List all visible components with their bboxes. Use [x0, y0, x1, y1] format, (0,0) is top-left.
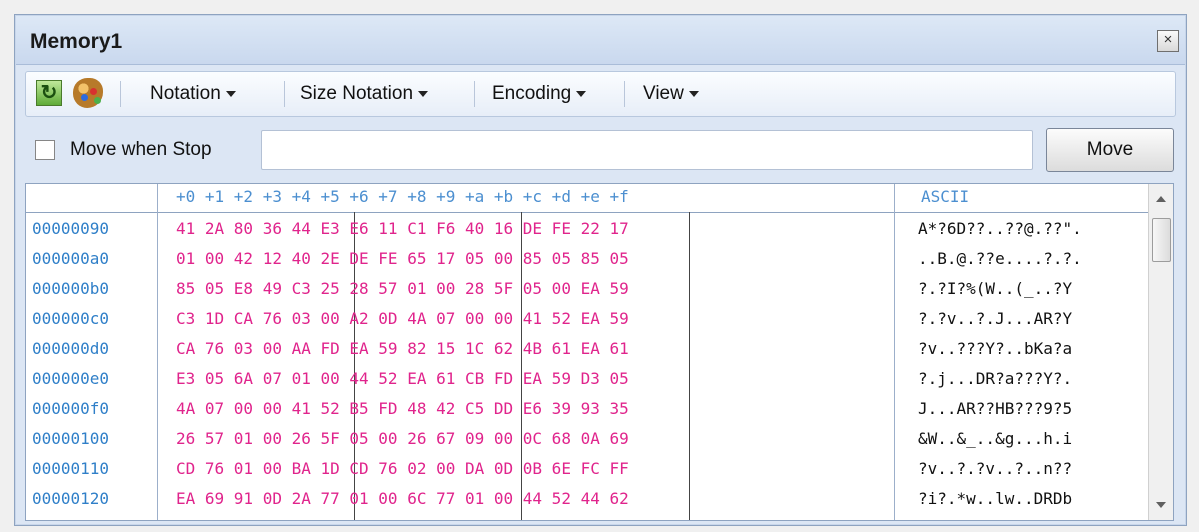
row-address: 000000c0 — [32, 309, 110, 328]
grid-header: +0 +1 +2 +3 +4 +5 +6 +7 +8 +9 +a +b +c +… — [26, 184, 1148, 213]
row-address: 000000f0 — [32, 399, 110, 418]
row-bytes[interactable]: C3 1D CA 76 03 00 A2 0D 4A 07 00 00 41 5… — [176, 309, 629, 328]
row-address: 000000e0 — [32, 369, 110, 388]
view-menu[interactable]: View — [643, 72, 699, 116]
row-address: 00000120 — [32, 489, 110, 508]
toolbar-separator — [284, 81, 285, 107]
dropdown-icon — [225, 91, 236, 97]
row-bytes[interactable]: 85 05 E8 49 C3 25 28 57 01 00 28 5F 05 0… — [176, 279, 629, 298]
row-bytes[interactable]: 4A 07 00 00 41 52 B5 FD 48 42 C5 DD E6 3… — [176, 399, 629, 418]
row-ascii: &W..&_..&g...h.i — [918, 429, 1073, 448]
toolbar-separator — [120, 81, 121, 107]
row-ascii: ?.?I?%(W..(_..?Y — [918, 279, 1073, 298]
row-ascii: ?.j...DR?a???Y?. — [918, 369, 1073, 388]
row-bytes[interactable]: 01 00 42 12 40 2E DE FE 65 17 05 00 85 0… — [176, 249, 629, 268]
memory-window: Memory1 × ↻ Notation Size Notation Encod… — [14, 14, 1187, 526]
size-notation-label: Size Notation — [300, 83, 414, 104]
memory-grid[interactable]: +0 +1 +2 +3 +4 +5 +6 +7 +8 +9 +a +b +c +… — [25, 183, 1174, 521]
dropdown-icon — [688, 91, 699, 97]
row-address: 000000a0 — [32, 249, 110, 268]
close-icon[interactable]: × — [1157, 30, 1179, 52]
row-address: 00000110 — [32, 459, 110, 478]
vertical-scrollbar[interactable] — [1148, 184, 1173, 520]
row-address: 000000d0 — [32, 339, 110, 358]
size-notation-menu[interactable]: Size Notation — [300, 72, 429, 116]
row-bytes[interactable]: EA 69 91 0D 2A 77 01 00 6C 77 01 00 44 5… — [176, 489, 629, 508]
toolbar-separator — [624, 81, 625, 107]
row-ascii: A*?6D??..??@.??". — [918, 219, 1082, 238]
window-title: Memory1 — [30, 30, 123, 53]
move-when-stop-checkbox[interactable] — [35, 140, 55, 160]
dropdown-icon — [418, 91, 429, 97]
row-bytes[interactable]: E3 05 6A 07 01 00 44 52 EA 61 CB FD EA 5… — [176, 369, 629, 388]
scroll-down-icon[interactable] — [1156, 502, 1166, 508]
ascii-header: ASCII — [921, 187, 970, 206]
row-ascii: ?v..?.?v..?..n?? — [918, 459, 1073, 478]
row-ascii: ?i?.*w..lw..DRDb — [918, 489, 1073, 508]
row-ascii: ?.?v..?.J...AR?Y — [918, 309, 1073, 328]
scrollbar-thumb[interactable] — [1152, 218, 1171, 262]
row-address: 00000100 — [32, 429, 110, 448]
refresh-icon[interactable]: ↻ — [36, 80, 62, 106]
address-bar: Move when Stop Move — [25, 127, 1176, 173]
row-bytes[interactable]: 41 2A 80 36 44 E3 E6 11 C1 F6 40 16 DE F… — [176, 219, 629, 238]
move-when-stop-label: Move when Stop — [70, 139, 212, 160]
byte-group-divider — [689, 212, 690, 520]
toolbar: ↻ Notation Size Notation Encoding View — [25, 71, 1176, 117]
offset-header: +0 +1 +2 +3 +4 +5 +6 +7 +8 +9 +a +b +c +… — [176, 187, 629, 206]
title-bar: Memory1 × — [16, 16, 1185, 65]
toolbar-separator — [474, 81, 475, 107]
row-bytes[interactable]: CA 76 03 00 AA FD EA 59 82 15 1C 62 4B 6… — [176, 339, 629, 358]
row-address: 000000b0 — [32, 279, 110, 298]
scroll-up-icon[interactable] — [1156, 196, 1166, 202]
row-bytes[interactable]: CD 76 01 00 BA 1D CD 76 02 00 DA 0D 0B 6… — [176, 459, 629, 478]
notation-label: Notation — [150, 83, 221, 104]
row-bytes[interactable]: 26 57 01 00 26 5F 05 00 26 67 09 00 0C 6… — [176, 429, 629, 448]
palette-icon[interactable] — [73, 78, 103, 108]
address-column-divider — [157, 184, 158, 520]
move-button[interactable]: Move — [1046, 128, 1174, 172]
encoding-label: Encoding — [492, 83, 572, 104]
ascii-column-divider — [894, 184, 895, 520]
address-input[interactable] — [261, 130, 1033, 170]
row-ascii: J...AR??HB???9?5 — [918, 399, 1073, 418]
notation-menu[interactable]: Notation — [150, 72, 236, 116]
row-ascii: ..B.@.??e....?.?. — [918, 249, 1082, 268]
row-address: 00000090 — [32, 219, 110, 238]
dropdown-icon — [576, 91, 587, 97]
view-label: View — [643, 83, 684, 104]
row-ascii: ?v..???Y?..bKa?a — [918, 339, 1073, 358]
encoding-menu[interactable]: Encoding — [492, 72, 587, 116]
